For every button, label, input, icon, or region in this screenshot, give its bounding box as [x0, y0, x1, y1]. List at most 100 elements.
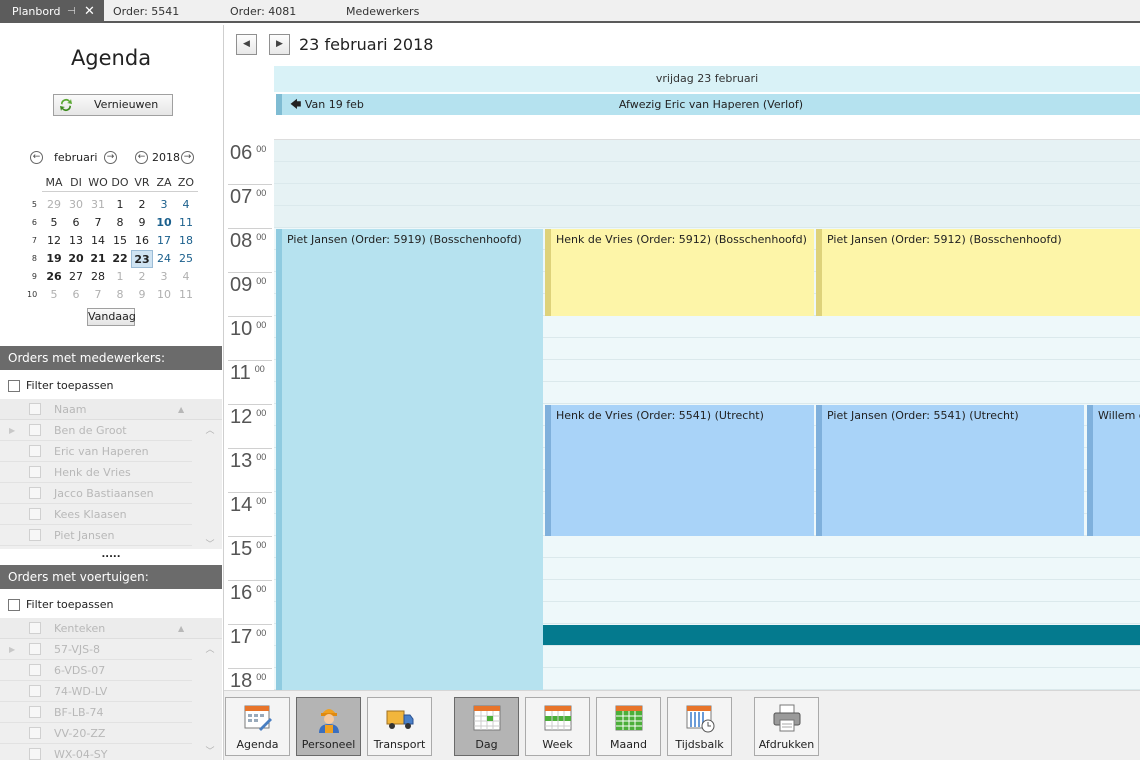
row-checkbox[interactable]: [29, 487, 41, 499]
calendar-day[interactable]: 4: [175, 196, 197, 214]
calendar-day[interactable]: 10: [153, 286, 175, 304]
tab-planbord[interactable]: Planbord ⊣ ✕: [0, 0, 104, 23]
calendar-day[interactable]: 18: [175, 232, 197, 250]
calendar-day[interactable]: 16: [131, 232, 153, 250]
table-row[interactable]: Kees Klaasen: [0, 504, 192, 525]
calendar-day[interactable]: 24: [153, 250, 175, 268]
filter-label-vehicles[interactable]: Filter toepassen: [26, 598, 113, 611]
row-checkbox[interactable]: [29, 445, 41, 457]
day-column-header[interactable]: vrijdag 23 februari: [274, 66, 1140, 92]
calendar-day[interactable]: 17: [153, 232, 175, 250]
time-slot[interactable]: [274, 184, 1140, 206]
row-checkbox[interactable]: [29, 424, 41, 436]
calendar-day[interactable]: 4: [175, 268, 197, 286]
absence-appointment[interactable]: 🡄 Van 19 feb Afwezig Eric van Haperen (V…: [276, 94, 1140, 115]
row-checkbox[interactable]: [29, 706, 41, 718]
tab-medewerkers[interactable]: Medewerkers: [346, 0, 419, 23]
row-checkbox[interactable]: [29, 664, 41, 676]
calendar-day[interactable]: 9: [131, 286, 153, 304]
calendar-day[interactable]: 11: [175, 214, 197, 232]
calendar-day[interactable]: 2: [131, 268, 153, 286]
toolbar-button-dag[interactable]: Dag: [454, 697, 519, 756]
calendar-day[interactable]: 25: [175, 250, 197, 268]
next-month-icon[interactable]: →: [104, 151, 117, 164]
row-checkbox[interactable]: [29, 748, 41, 760]
table-row[interactable]: 6-VDS-07: [0, 660, 192, 681]
calendar-day[interactable]: 1: [109, 268, 131, 286]
filter-checkbox-employees[interactable]: [8, 380, 20, 392]
appointment[interactable]: [543, 625, 1140, 645]
appointment[interactable]: Willem de: [1087, 405, 1140, 536]
pin-icon[interactable]: ⊣: [67, 0, 76, 23]
calendar-day[interactable]: 5: [43, 214, 65, 232]
calendar-day[interactable]: 10: [153, 214, 175, 232]
table-row[interactable]: BF-LB-74: [0, 702, 192, 723]
toolbar-button-afdrukken[interactable]: Afdrukken: [754, 697, 819, 756]
prev-year-icon[interactable]: ←: [135, 151, 148, 164]
select-all-checkbox[interactable]: [29, 403, 41, 415]
calendar-day[interactable]: 15: [109, 232, 131, 250]
refresh-button[interactable]: Vernieuwen: [53, 94, 173, 116]
scroll-up-icon[interactable]: ︿: [201, 423, 219, 436]
toolbar-button-tijdsbalk[interactable]: Tijdsbalk: [667, 697, 732, 756]
calendar-day[interactable]: 19: [43, 250, 65, 268]
calendar-day[interactable]: 7: [87, 286, 109, 304]
row-checkbox[interactable]: [29, 508, 41, 520]
table-row[interactable]: Piet Jansen: [0, 525, 192, 546]
calendar-day[interactable]: 7: [87, 214, 109, 232]
calendar-month[interactable]: februari: [54, 151, 97, 164]
appointment[interactable]: Henk de Vries (Order: 5912) (Bosschenhoo…: [545, 229, 814, 316]
filter-checkbox-vehicles[interactable]: [8, 599, 20, 611]
calendar-day[interactable]: 31: [87, 196, 109, 214]
toolbar-button-agenda[interactable]: Agenda: [225, 697, 290, 756]
calendar-day[interactable]: 9: [131, 214, 153, 232]
next-day-button[interactable]: ▶: [269, 34, 290, 55]
calendar-day[interactable]: 28: [87, 268, 109, 286]
calendar-day[interactable]: 20: [65, 250, 87, 268]
toolbar-button-transport[interactable]: Transport: [367, 697, 432, 756]
today-button[interactable]: Vandaag: [87, 308, 136, 326]
appointment[interactable]: Piet Jansen (Order: 5912) (Bosschenhoofd…: [816, 229, 1140, 316]
table-row[interactable]: ▶ 57-VJS-8: [0, 639, 192, 660]
column-header-kenteken[interactable]: Kenteken: [54, 618, 105, 639]
prev-month-icon[interactable]: ←: [30, 151, 43, 164]
grid-header[interactable]: Naam ▲: [0, 399, 222, 420]
toolbar-button-maand[interactable]: Maand: [596, 697, 661, 756]
toolbar-button-week[interactable]: Week: [525, 697, 590, 756]
calendar-day[interactable]: 3: [153, 196, 175, 214]
table-row[interactable]: 74-WD-LV: [0, 681, 192, 702]
time-slot[interactable]: [274, 206, 1140, 228]
panel-splitter[interactable]: .....: [0, 549, 222, 563]
scroll-down-icon[interactable]: ﹀: [201, 537, 219, 549]
row-checkbox[interactable]: [29, 643, 41, 655]
calendar-day[interactable]: 13: [65, 232, 87, 250]
calendar-day[interactable]: 29: [43, 196, 65, 214]
table-row[interactable]: WX-04-SY: [0, 744, 192, 760]
appointment[interactable]: Piet Jansen (Order: 5541) (Utrecht): [816, 405, 1084, 536]
calendar-day[interactable]: 3: [153, 268, 175, 286]
table-row[interactable]: Henk de Vries: [0, 462, 192, 483]
calendar-day[interactable]: 6: [65, 214, 87, 232]
calendar-day[interactable]: 11: [175, 286, 197, 304]
row-checkbox[interactable]: [29, 685, 41, 697]
close-icon[interactable]: ✕: [84, 0, 95, 23]
appointment[interactable]: Piet Jansen (Order: 5919) (Bosschenhoofd…: [276, 229, 543, 690]
toolbar-button-personeel[interactable]: Personeel: [296, 697, 361, 756]
calendar-day[interactable]: 5: [43, 286, 65, 304]
column-header-naam[interactable]: Naam: [54, 399, 86, 420]
row-checkbox[interactable]: [29, 727, 41, 739]
scroll-up-icon[interactable]: ︿: [201, 642, 219, 655]
scroll-down-icon[interactable]: ﹀: [201, 744, 219, 757]
tab-order-5541[interactable]: Order: 5541: [113, 0, 179, 23]
calendar-day[interactable]: 27: [65, 268, 87, 286]
tab-order-4081[interactable]: Order: 4081: [230, 0, 296, 23]
table-row[interactable]: Eric van Haperen: [0, 441, 192, 462]
table-row[interactable]: Jacco Bastiaansen: [0, 483, 192, 504]
row-checkbox[interactable]: [29, 529, 41, 541]
appointment[interactable]: Henk de Vries (Order: 5541) (Utrecht): [545, 405, 814, 536]
next-year-icon[interactable]: →: [181, 151, 194, 164]
calendar-day[interactable]: 12: [43, 232, 65, 250]
table-row[interactable]: VV-20-ZZ: [0, 723, 192, 744]
calendar-day[interactable]: 8: [109, 286, 131, 304]
prev-day-button[interactable]: ◀: [236, 34, 257, 55]
